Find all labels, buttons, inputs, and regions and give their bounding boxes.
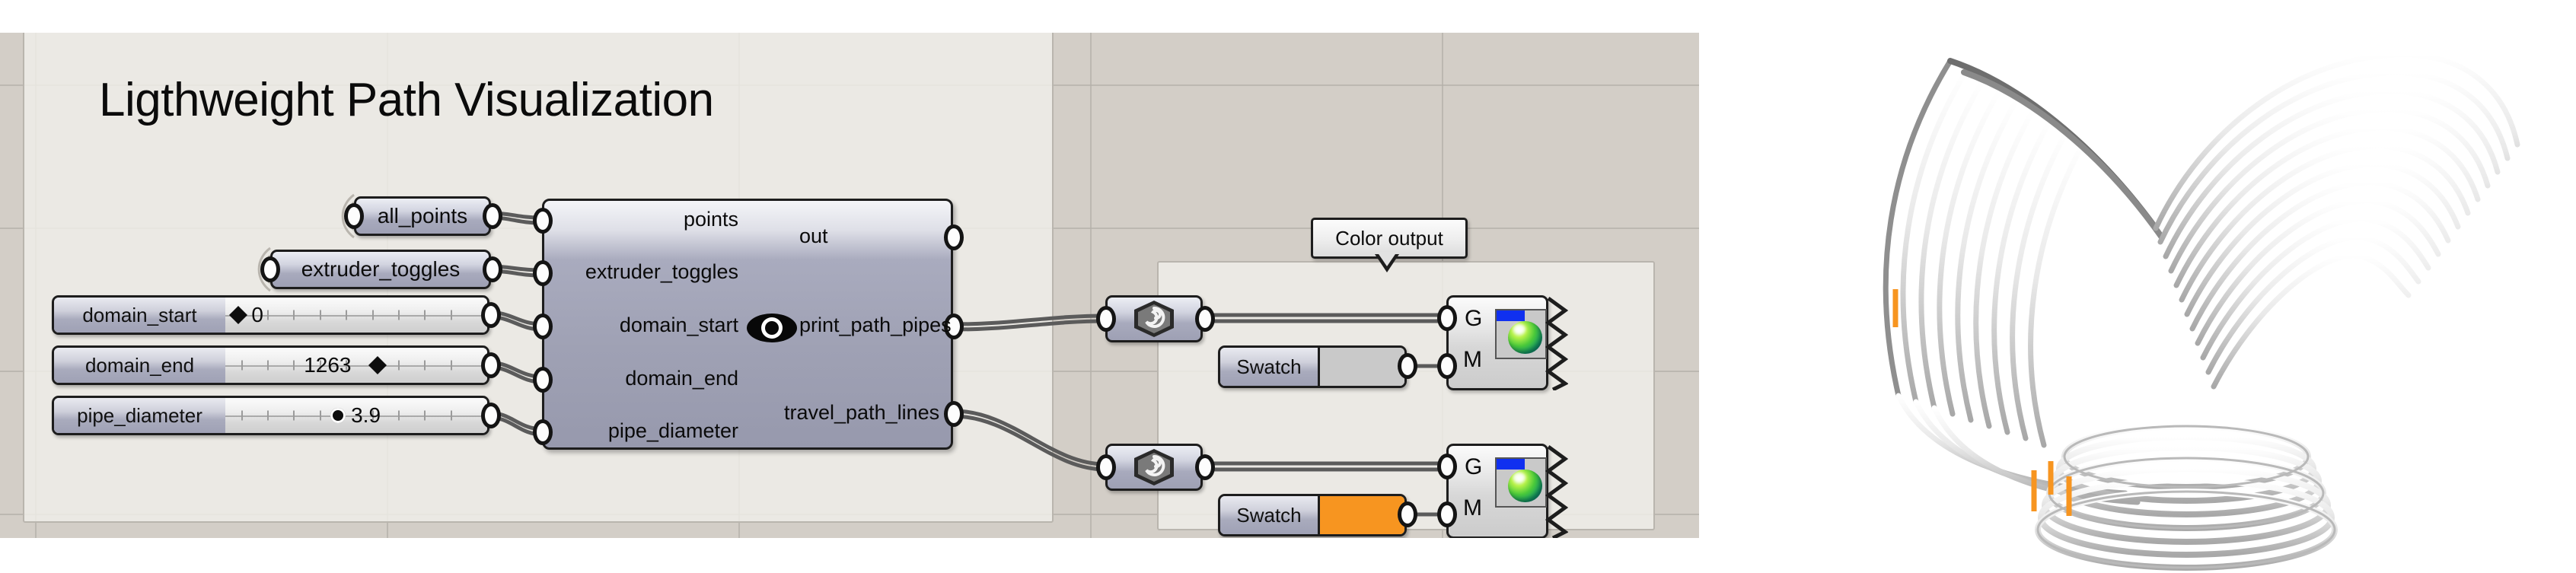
param-extruder-toggles[interactable]: extruder_toggles [270, 250, 491, 289]
grid-line-vertical [1090, 33, 1092, 538]
entwine-node-print-path[interactable] [1105, 295, 1203, 342]
port-grip-pipe-diameter-in[interactable] [533, 419, 553, 445]
custom-preview-icon [1495, 457, 1547, 508]
toolpath-geometry [1883, 52, 2520, 571]
param-label: extruder_toggles [301, 257, 461, 281]
port-label-g: G [1465, 306, 1483, 331]
port-label-g: G [1465, 454, 1483, 479]
slider-domain-end[interactable]: domain_end 1263 [52, 345, 489, 385]
slider-value: 0 [251, 303, 263, 326]
custom-preview-print-path[interactable]: G M [1446, 295, 1568, 390]
slider-track-area[interactable]: 1263 [225, 348, 487, 383]
custom-preview-icon [1495, 309, 1547, 359]
port-grip-extruder-toggles-in[interactable] [533, 260, 553, 286]
swatch-node-travel-path[interactable]: Swatch [1218, 494, 1407, 536]
swatch-label: Swatch [1220, 496, 1318, 534]
port-grip-output[interactable] [481, 352, 501, 378]
port-grip-out[interactable] [944, 224, 964, 250]
balloon-tail-fill [1377, 252, 1397, 266]
swatch-color-print-path[interactable] [1318, 348, 1404, 386]
port-grip-output[interactable] [483, 256, 502, 282]
param-all-points[interactable]: all_points [354, 196, 491, 236]
swatch-node-print-path[interactable]: Swatch [1218, 345, 1407, 388]
port-grip-m-in[interactable] [1437, 501, 1457, 527]
port-grip-points-in[interactable] [533, 208, 553, 234]
slider-pipe-diameter[interactable]: pipe_diameter 3.9 [52, 396, 489, 435]
swatch-color-travel-path[interactable] [1318, 496, 1404, 534]
grasshopper-canvas[interactable]: Ligthweight Path Visualization all_point… [0, 33, 1699, 538]
slider-handle[interactable] [368, 355, 387, 375]
slider-track-area[interactable]: 3.9 [225, 398, 487, 433]
slider-label: domain_end [54, 348, 225, 383]
port-label-travel-path-lines: travel_path_lines [784, 401, 940, 424]
slider-domain-start[interactable]: domain_start 0 [52, 295, 489, 335]
port-label-out: out [799, 224, 828, 247]
port-grip-output[interactable] [1195, 454, 1215, 480]
port-label-domain-end: domain_end [625, 367, 738, 390]
swatch-label: Swatch [1220, 348, 1318, 386]
port-grip-g-in[interactable] [1437, 305, 1457, 331]
port-grip-output[interactable] [481, 302, 501, 328]
port-grip-output[interactable] [1398, 501, 1417, 527]
port-grip-output[interactable] [1195, 306, 1215, 332]
slider-handle[interactable] [229, 305, 248, 325]
port-grip-g-in[interactable] [1437, 454, 1457, 479]
component-zigzag-edge [1545, 444, 1568, 538]
group-label-text: Color output [1335, 226, 1443, 250]
slider-track [225, 365, 487, 367]
slider-handle[interactable] [330, 408, 346, 423]
port-grip-domain-start-in[interactable] [533, 314, 553, 339]
port-label-extruder-toggles: extruder_toggles [585, 260, 738, 283]
port-grip-input[interactable] [1096, 306, 1116, 332]
spiral-icon [1134, 449, 1174, 485]
slider-value: 3.9 [351, 403, 381, 427]
port-grip-domain-end-in[interactable] [533, 367, 553, 393]
port-label-m: M [1463, 347, 1482, 372]
port-label-domain-start: domain_start [619, 314, 738, 336]
port-grip-m-in[interactable] [1437, 353, 1457, 379]
port-grip-output[interactable] [481, 403, 501, 428]
rhino-3d-viewport[interactable] [1699, 0, 2576, 573]
entwine-node-travel-path[interactable] [1105, 444, 1203, 491]
port-grip-input[interactable] [260, 256, 280, 282]
port-label-points: points [683, 208, 738, 231]
port-label-print-path-pipes: print_path_pipes [799, 314, 952, 336]
slider-track [225, 315, 487, 317]
port-label-pipe-diameter: pipe_diameter [607, 419, 738, 442]
param-label: all_points [377, 204, 468, 228]
page-title: Ligthweight Path Visualization [99, 74, 714, 126]
custom-preview-travel-path[interactable]: G M [1446, 444, 1568, 538]
slider-label: pipe_diameter [54, 398, 225, 433]
port-grip-travel-path-lines[interactable] [944, 401, 964, 427]
eye-icon[interactable] [746, 313, 798, 343]
port-label-m: M [1463, 495, 1482, 520]
slider-value: 1263 [304, 353, 352, 377]
port-grip-output[interactable] [1398, 353, 1417, 379]
port-grip-input[interactable] [1096, 454, 1116, 480]
component-zigzag-edge [1545, 296, 1568, 390]
spiral-icon [1134, 301, 1174, 337]
port-grip-output[interactable] [483, 203, 502, 229]
slider-track-area[interactable]: 0 [225, 298, 487, 333]
slider-label: domain_start [54, 298, 225, 333]
group-color-output[interactable] [1157, 261, 1655, 530]
port-grip-input[interactable] [344, 203, 364, 229]
screenshot-root: Ligthweight Path Visualization all_point… [0, 0, 2576, 573]
